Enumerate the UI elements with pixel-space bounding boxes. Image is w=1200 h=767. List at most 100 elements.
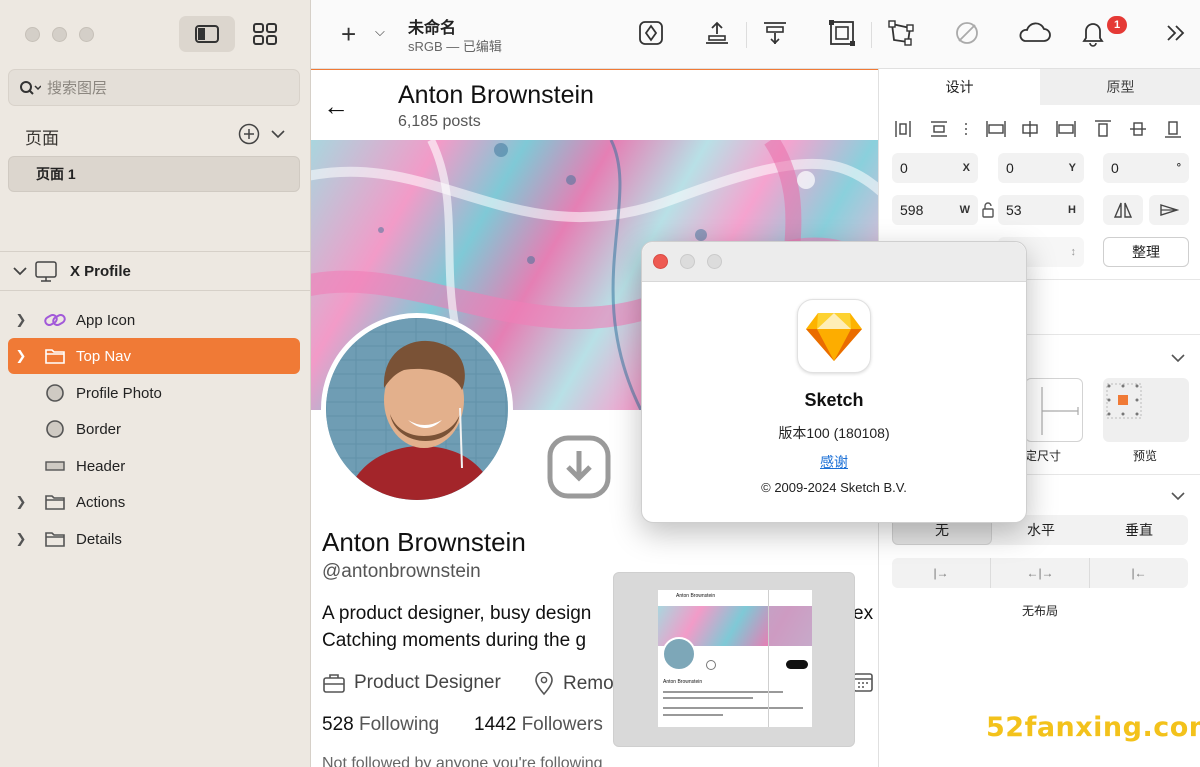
dialog-minimize-button[interactable] (680, 254, 695, 269)
about-dialog: Sketch 版本100 (180108) 感谢 © 2009-2024 Ske… (641, 241, 1027, 523)
notification-badge: 1 (1107, 16, 1127, 34)
stack-vertical-option[interactable]: 垂直 (1090, 515, 1188, 545)
preview-text-line (663, 697, 753, 699)
preview-control[interactable] (1103, 378, 1189, 442)
height-field[interactable]: 53 H (998, 195, 1084, 225)
lock-open-icon[interactable] (981, 202, 995, 218)
alignment-toolbar[interactable] (893, 119, 1189, 139)
layer-search-field[interactable]: 搜索图层 (8, 69, 300, 106)
back-arrow-icon[interactable]: ← (323, 91, 349, 122)
rotation-field[interactable]: 0 ° (1103, 153, 1189, 183)
fixed-size-control[interactable] (1025, 378, 1083, 442)
chevron-down-icon[interactable] (12, 265, 28, 277)
flip-horizontal-button[interactable] (1103, 195, 1143, 225)
flip-vertical-button[interactable] (1149, 195, 1189, 225)
stack-alignment-segmented[interactable]: |→ ←|→ |← (892, 558, 1188, 588)
align-button[interactable] (760, 18, 790, 48)
sketch-app-icon (797, 299, 871, 373)
align-end-icon: |← (1131, 566, 1147, 580)
window-close-button[interactable] (25, 27, 40, 42)
sketch-diamond-icon (806, 313, 862, 361)
layer-label: Top Nav (76, 347, 132, 365)
layer-app-icon[interactable]: ❯ App Icon (8, 302, 300, 338)
copyright-text: © 2009-2024 Sketch B.V. (761, 480, 907, 495)
person-photo (326, 318, 508, 500)
artboard-row[interactable]: X Profile (12, 259, 131, 283)
chevron-right-icon[interactable]: ❯ (8, 494, 34, 510)
preview-download-icon (706, 660, 716, 670)
divider (746, 22, 747, 48)
y-field[interactable]: 0Y (998, 153, 1084, 183)
layer-profile-photo[interactable]: Profile Photo (8, 375, 300, 411)
artboard-preview-popover[interactable]: Anton Brownstein Anton Brownstein (613, 572, 855, 747)
h-label: H (1068, 204, 1076, 216)
window-zoom-button[interactable] (79, 27, 94, 42)
add-page-icon[interactable] (238, 123, 260, 145)
profile-job: Product Designer (322, 672, 501, 694)
align-icon (764, 22, 786, 45)
dialog-zoom-button[interactable] (707, 254, 722, 269)
layer-border[interactable]: Border (8, 411, 300, 447)
chevron-right-icon[interactable]: ❯ (8, 348, 34, 364)
followers-stat[interactable]: 1442 Followers (474, 714, 603, 736)
following-stat[interactable]: 528 Following (322, 714, 439, 736)
more-chevrons-icon (1167, 25, 1185, 41)
preview-text-line (663, 714, 723, 716)
layer-header[interactable]: Header (8, 448, 300, 484)
divider (0, 290, 311, 291)
more-toolbar-button[interactable] (1161, 18, 1191, 48)
followers-label: Followers (521, 714, 603, 735)
profile-photo (321, 313, 513, 505)
cloud-button[interactable] (1015, 18, 1053, 48)
cloud-icon (1019, 22, 1051, 42)
align-center-option[interactable]: ←|→ (991, 558, 1090, 588)
dialog-close-button[interactable] (653, 254, 668, 269)
layer-top-nav[interactable]: ❯ Top Nav (8, 338, 300, 374)
mask-icon (829, 20, 855, 46)
disabled-tool-button[interactable] (952, 18, 982, 48)
tidy-button[interactable]: 整理 (1103, 237, 1189, 267)
mask-button[interactable] (827, 18, 857, 48)
chevron-right-icon[interactable]: ❯ (8, 531, 34, 547)
scale-button[interactable] (886, 18, 916, 48)
export-button[interactable] (702, 18, 732, 48)
followers-count: 1442 (474, 714, 517, 735)
preview-thumbnail: Anton Brownstein Anton Brownstein (658, 590, 812, 727)
window-minimize-button[interactable] (52, 27, 67, 42)
sidebar-view-button[interactable] (179, 16, 235, 52)
notifications-button[interactable] (1078, 18, 1108, 48)
tab-design[interactable]: 设计 (879, 69, 1040, 105)
align-start-option[interactable]: |→ (892, 558, 991, 588)
layer-label: Profile Photo (76, 384, 162, 402)
tab-prototype[interactable]: 原型 (1040, 69, 1200, 105)
grid-view-button[interactable] (242, 16, 288, 52)
chevron-down-icon[interactable] (1171, 490, 1185, 502)
document-title: 未命名 (408, 20, 457, 37)
search-icon (20, 80, 41, 95)
bell-icon (1082, 23, 1104, 47)
briefcase-icon (323, 674, 345, 693)
width-field[interactable]: 598 W (892, 195, 978, 225)
x-field[interactable]: 0X (892, 153, 978, 183)
chevron-right-icon[interactable]: ❯ (8, 312, 34, 328)
insert-plus-icon[interactable]: + (341, 21, 356, 47)
following-count: 528 (322, 714, 354, 735)
preview-label: 预览 (1133, 449, 1158, 463)
create-symbol-button[interactable] (636, 18, 666, 48)
chevron-down-icon[interactable]: ⌵ (375, 24, 385, 40)
chevron-down-icon[interactable] (271, 128, 285, 140)
acknowledgements-link[interactable]: 感谢 (642, 452, 1026, 472)
folder-icon (45, 532, 65, 547)
pin-preview-icon (1106, 383, 1142, 419)
layer-details[interactable]: ❯ Details (8, 521, 300, 557)
chevron-down-icon[interactable] (1171, 352, 1185, 364)
align-end-option[interactable]: |← (1090, 558, 1188, 588)
layer-label: Border (76, 420, 122, 438)
page-item-1[interactable]: 页面 1 (8, 156, 300, 192)
y-label: Y (1068, 162, 1076, 174)
location-pin-icon (535, 672, 553, 696)
selection-outline (311, 69, 878, 70)
layer-actions[interactable]: ❯ Actions (8, 484, 300, 520)
download-icon[interactable] (547, 435, 611, 499)
layer-label: Actions (76, 493, 126, 511)
